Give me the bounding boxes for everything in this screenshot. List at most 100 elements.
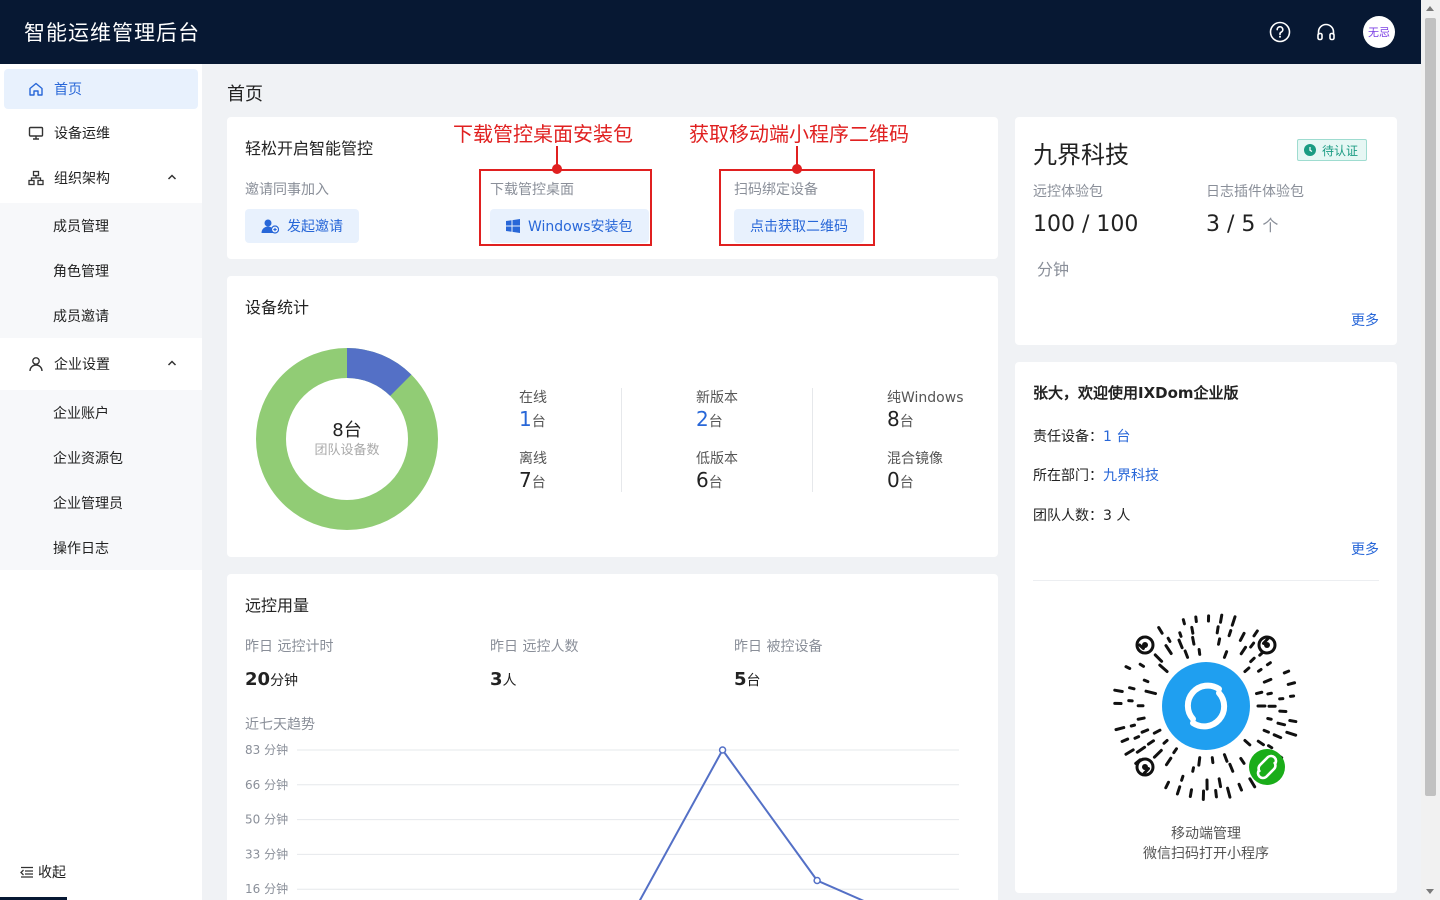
department: 所在部门：九界科技 bbox=[1033, 465, 1159, 485]
qrcode-ray bbox=[1217, 777, 1223, 789]
donut-total-label: 团队设备数 bbox=[314, 443, 380, 458]
invite-button-label: 发起邀请 bbox=[287, 219, 343, 235]
qrcode-ray bbox=[1227, 629, 1233, 638]
company-more-link[interactable]: 更多 bbox=[1351, 310, 1379, 330]
trend-label: 近七天趋势 bbox=[245, 717, 315, 733]
qrcode-ray bbox=[1249, 656, 1256, 664]
stat-online-value: 1 bbox=[519, 407, 532, 431]
sidebar-item-account[interactable]: 企业账户 bbox=[0, 390, 202, 435]
qrcode-ray bbox=[1248, 777, 1257, 789]
qrcode-ray bbox=[1158, 663, 1169, 674]
trend-line-chart: 83 分钟 66 分钟 50 分钟 33 分钟 16 分钟 bbox=[245, 742, 959, 900]
qrcode-eye-center bbox=[1142, 764, 1148, 770]
team-size: 团队人数：3 人 bbox=[1033, 505, 1130, 525]
stat-offline-value: 7 bbox=[519, 468, 532, 492]
trend-series-line bbox=[638, 748, 865, 900]
qrcode-ray bbox=[1152, 748, 1163, 759]
y-tick-label: 33 分钟 bbox=[245, 846, 288, 861]
yesterday-users-value: 3 bbox=[490, 669, 503, 690]
qrcode-ray bbox=[1286, 681, 1297, 686]
scroll-up-icon[interactable] bbox=[1426, 6, 1434, 11]
collapse-button[interactable]: 收起 bbox=[20, 862, 66, 882]
verify-badge[interactable]: 待认证 bbox=[1297, 139, 1368, 161]
trend-data-point[interactable] bbox=[718, 746, 727, 754]
invite-label: 邀请同事加入 bbox=[245, 182, 329, 198]
team-size-value: 3 人 bbox=[1103, 508, 1131, 524]
qrcode-ray bbox=[1222, 650, 1229, 659]
sidebar-item-invites[interactable]: 成员邀请 bbox=[0, 293, 202, 338]
qrcode-ray bbox=[1272, 733, 1283, 740]
scroll-thumb[interactable] bbox=[1425, 18, 1436, 796]
stat-unit: 台 bbox=[899, 475, 914, 491]
qrcode-ray bbox=[1228, 762, 1235, 773]
top-bar: 智能运维管理后台 无忌 bbox=[0, 0, 1421, 64]
qrcode-ray bbox=[1175, 785, 1182, 796]
stat-unit: 台 bbox=[708, 475, 723, 491]
yesterday-time-value: 20 bbox=[245, 669, 271, 690]
qrcode-ray bbox=[1164, 780, 1170, 790]
sidebar-item-org[interactable]: 组织架构 bbox=[4, 158, 198, 198]
remote-pkg-label: 远控体验包 bbox=[1033, 184, 1103, 200]
stat-unit: 台 bbox=[531, 414, 546, 430]
remote-pkg-value: 100 / 100 bbox=[1033, 212, 1139, 237]
qrcode-ray bbox=[1164, 644, 1173, 655]
stat-online-label: 在线 bbox=[519, 390, 547, 406]
headset-icon[interactable] bbox=[1315, 21, 1337, 43]
qrcode-ray bbox=[1217, 637, 1222, 646]
qrcode-ray bbox=[1254, 690, 1264, 696]
sidebar: 首页 设备运维 组织架构 成员管理 角色管理 成员邀请 企业设置 企业账户 企业… bbox=[0, 64, 202, 900]
yesterday-users-label: 昨日 远控人数 bbox=[490, 639, 579, 655]
qrcode-ray bbox=[1152, 728, 1162, 735]
stat-pure-windows-value: 8 bbox=[887, 407, 900, 431]
annotation-scan-box bbox=[719, 169, 875, 246]
annotation-download-box bbox=[479, 169, 652, 246]
qrcode-ray bbox=[1265, 661, 1272, 667]
responsible-devices-value[interactable]: 1 台 bbox=[1103, 429, 1130, 445]
welcome-more-link[interactable]: 更多 bbox=[1351, 539, 1379, 559]
user-avatar[interactable]: 无忌 bbox=[1363, 16, 1395, 48]
qrcode-ray bbox=[1256, 739, 1265, 747]
sidebar-item-roles[interactable]: 角色管理 bbox=[0, 248, 202, 293]
welcome-title: 张大，欢迎使用IXDom企业版 bbox=[1033, 384, 1239, 402]
plugin-pkg: 3 / 5 个 bbox=[1206, 212, 1278, 237]
sidebar-item-logs[interactable]: 操作日志 bbox=[0, 525, 202, 570]
invite-button[interactable]: 发起邀请 bbox=[245, 209, 359, 243]
stat-pure-windows: 纯Windows 8台 bbox=[887, 387, 964, 431]
sidebar-item-members[interactable]: 成员管理 bbox=[0, 203, 202, 248]
scroll-down-icon[interactable] bbox=[1426, 889, 1434, 894]
qrcode-ray bbox=[1197, 647, 1202, 656]
qrcode-ray bbox=[1142, 678, 1150, 684]
qrcode-ray bbox=[1243, 738, 1252, 747]
collapse-icon bbox=[20, 866, 33, 878]
department-label: 所在部门： bbox=[1033, 468, 1103, 484]
yesterday-time-unit: 分钟 bbox=[270, 673, 299, 689]
sidebar-item-enterprise[interactable]: 企业设置 bbox=[4, 344, 198, 384]
sidebar-item-admins[interactable]: 企业管理员 bbox=[0, 480, 202, 525]
yesterday-devices: 5台 bbox=[734, 669, 761, 690]
device-stats-card: 设备统计 8台 团队设备数 在线 1台 离线 7台 新版本 2台 低版本 6台 … bbox=[227, 276, 998, 557]
sidebar-item-resource[interactable]: 企业资源包 bbox=[0, 435, 202, 480]
qrcode-ray bbox=[1157, 626, 1164, 635]
qrcode-ray bbox=[1194, 615, 1198, 624]
qrcode-ray bbox=[1197, 756, 1202, 767]
qrcode-ray bbox=[1144, 689, 1158, 696]
wechat-miniprogram-icon bbox=[1249, 749, 1285, 785]
help-icon[interactable] bbox=[1269, 21, 1291, 43]
sidebar-item-home[interactable]: 首页 bbox=[4, 69, 198, 109]
qrcode-ray bbox=[1222, 753, 1229, 763]
org-chart-icon bbox=[28, 170, 44, 186]
department-value[interactable]: 九界科技 bbox=[1103, 468, 1159, 484]
stat-mixed-image-value: 0 bbox=[887, 468, 900, 492]
trend-data-point[interactable] bbox=[813, 876, 821, 885]
stat-new-version: 新版本 2台 bbox=[696, 387, 738, 431]
sidebar-item-device-ops[interactable]: 设备运维 bbox=[4, 113, 198, 153]
page-scrollbar[interactable] bbox=[1421, 0, 1440, 900]
qrcode-ray bbox=[1276, 721, 1287, 727]
qrcode-ray bbox=[1190, 625, 1195, 635]
stat-mixed-image: 混合镜像 0台 bbox=[887, 448, 943, 492]
qrcode-ray bbox=[1124, 665, 1132, 670]
qrcode-ray bbox=[1258, 651, 1264, 657]
qrcode-ray bbox=[1120, 737, 1130, 743]
org-submenu: 成员管理 角色管理 成员邀请 bbox=[0, 203, 202, 338]
stat-old-version: 低版本 6台 bbox=[696, 448, 738, 492]
